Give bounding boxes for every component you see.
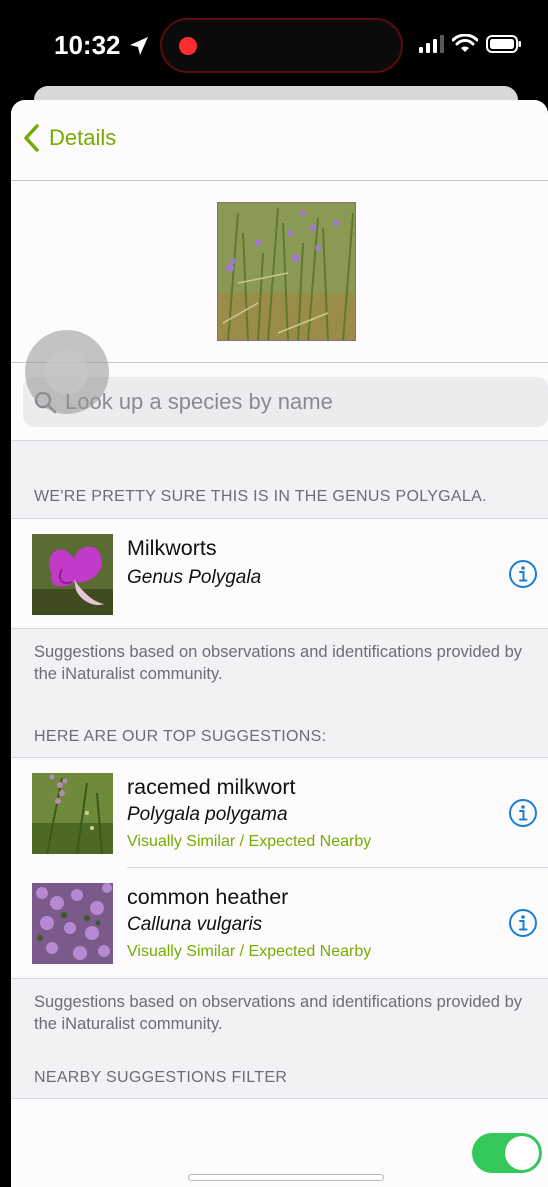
suggestion-common-name: common heather [127,885,289,909]
touch-indicator [25,330,109,414]
battery-icon [486,34,522,54]
suggestions-header: HERE ARE OUR TOP SUGGESTIONS: [34,728,327,745]
location-arrow-icon [129,36,148,55]
info-icon[interactable] [508,798,538,828]
status-bar: 10:32 [0,0,548,90]
suggestion-thumbnail [32,773,113,854]
search-input[interactable] [65,389,525,415]
suggestion-scientific-name: Calluna vulgaris [127,914,263,935]
info-icon[interactable] [508,908,538,938]
top-match-header: WE'RE PRETTY SURE THIS IS IN THE GENUS P… [34,488,487,505]
suggestions-footer-note: Suggestions based on observations and id… [34,993,522,1033]
top-match-common-name: Milkworts [127,536,217,560]
info-icon[interactable] [508,559,538,589]
recording-indicator-icon [179,37,197,55]
top-match-footer-note: Suggestions based on observations and id… [34,643,522,683]
top-match-row[interactable]: Milkworts Genus Polygala [11,518,548,629]
clock: 10:32 [54,30,151,61]
cellular-signal-icon [419,35,444,53]
suggestion-tag: Visually Similar / Expected Nearby [127,833,372,850]
observation-photo-area [11,180,548,363]
nearby-filter-toggle[interactable] [472,1133,542,1173]
toggle-knob [505,1136,539,1170]
observation-photo[interactable] [217,202,356,341]
status-icons [419,34,522,54]
suggestion-tag: Visually Similar / Expected Nearby [127,943,372,960]
species-suggestions-sheet: Details Look up a species by name WE'RE … [11,100,548,1187]
back-button[interactable]: Details [23,124,116,152]
dynamic-island [160,18,403,73]
navigation-bar: Details [11,100,548,180]
clock-time: 10:32 [54,30,121,60]
chevron-left-icon [24,124,39,152]
suggestion-thumbnail [32,883,113,964]
suggestion-row[interactable]: racemed milkwort Polygala polygama Visua… [11,757,548,868]
home-indicator[interactable] [188,1174,384,1181]
top-match-thumbnail [32,534,113,615]
suggestion-common-name: racemed milkwort [127,775,296,799]
filter-header: NEARBY SUGGESTIONS FILTER [34,1069,288,1086]
suggestion-scientific-name: Polygala polygama [127,804,288,825]
top-match-scientific-name: Genus Polygala [127,567,262,588]
back-button-label: Details [49,125,117,150]
wifi-icon [452,34,478,54]
suggestion-row[interactable]: common heather Calluna vulgaris Visually… [11,868,548,979]
